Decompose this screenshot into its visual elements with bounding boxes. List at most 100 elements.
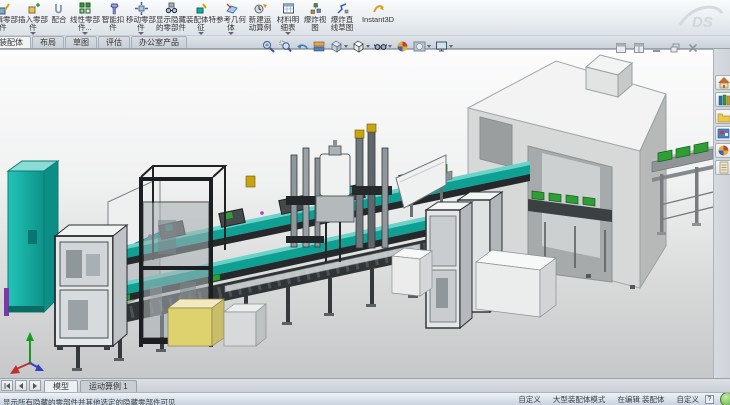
- dropdown-arrow-icon[interactable]: [198, 32, 204, 35]
- tab-layout[interactable]: 布局: [32, 36, 64, 48]
- close-icon[interactable]: [688, 40, 698, 58]
- dropdown-arrow-icon[interactable]: [366, 45, 370, 48]
- dassault-systemes-watermark: DS: [672, 1, 724, 38]
- zoom-to-area-icon: [279, 40, 292, 53]
- status-custom: 自定义: [518, 394, 541, 405]
- toolbar-button-label: 线性零部件...: [70, 16, 100, 31]
- edit-appearance-button[interactable]: [396, 40, 409, 53]
- view-settings-button[interactable]: [435, 40, 453, 53]
- solidworks-resources-button[interactable]: [715, 75, 730, 90]
- appearances-scenes-button[interactable]: [715, 143, 730, 158]
- status-indicator-icon: [720, 392, 730, 405]
- toolbar-insert-components-button[interactable]: 插入零部件: [18, 0, 48, 35]
- toolbar-button-label: 爆炸视图: [302, 16, 328, 32]
- exit-conveyor[interactable]: [652, 142, 713, 235]
- previous-view-icon: [296, 40, 309, 53]
- apply-scene-icon: [413, 40, 426, 53]
- toolbar-button-label: 装配体特征: [186, 16, 216, 31]
- new-motion-study-icon: [254, 1, 267, 16]
- toolbar-button-label: 插入零部件: [18, 16, 48, 31]
- toolbar-button-label: Instant3D: [362, 16, 394, 24]
- file-explorer-button[interactable]: [715, 109, 730, 124]
- display-style-button[interactable]: [352, 40, 370, 53]
- yellow-box[interactable]: [168, 299, 224, 346]
- home-icon: [717, 76, 730, 89]
- toolbar-new-motion-study-button[interactable]: 新建运动算例: [246, 0, 274, 35]
- previous-view-button[interactable]: [296, 40, 309, 53]
- restore-button[interactable]: [670, 40, 680, 58]
- toolbar-button-label: 移动零部件: [126, 16, 156, 31]
- dropdown-arrow-icon[interactable]: [285, 32, 291, 35]
- toolbar-explode-line-sketch-button[interactable]: 爆炸直线草图: [328, 0, 356, 35]
- tab-model[interactable]: 模型: [44, 380, 78, 392]
- view-palette-button[interactable]: [715, 126, 730, 141]
- toolbar-mate-button[interactable]: 配合: [48, 0, 70, 35]
- tab-sketch[interactable]: 草图: [65, 36, 97, 48]
- apply-scene-button[interactable]: [413, 40, 431, 53]
- view-settings-icon: [435, 40, 448, 53]
- toolbar-move-component-button[interactable]: 移动零部件: [126, 0, 156, 35]
- hide-show-items-button[interactable]: [374, 40, 392, 53]
- gray-box[interactable]: [224, 304, 266, 346]
- dropdown-arrow-icon[interactable]: [228, 32, 234, 35]
- view-orientation-button[interactable]: [330, 40, 348, 53]
- tab-evaluate[interactable]: 评估: [98, 36, 130, 48]
- tab-scroll-start-button[interactable]: [1, 380, 13, 391]
- tab-motion-study-1[interactable]: 运动算例 1: [80, 380, 137, 392]
- dropdown-arrow-icon[interactable]: [30, 32, 36, 35]
- model-motion-tab-bar: 模型 运动算例 1: [0, 378, 730, 392]
- viewport-split-2-button[interactable]: [634, 40, 644, 58]
- heads-up-view-toolbar: [262, 38, 453, 55]
- tab-scroll-left-button[interactable]: [15, 380, 27, 391]
- toolbar-instant3d-button[interactable]: Instant3D: [356, 0, 400, 35]
- toolbar-assembly-features-button[interactable]: 装配体特征: [186, 0, 216, 35]
- palette-icon: [717, 127, 730, 140]
- status-custom-config[interactable]: 自定义: [677, 394, 700, 405]
- solidworks-window: 编辑零部件 插入零部件 配合 线性零部件... 智能: [0, 0, 730, 405]
- custom-properties-button[interactable]: [715, 160, 730, 175]
- zoom-to-fit-button[interactable]: [262, 40, 275, 53]
- vertical-stations[interactable]: [246, 124, 392, 262]
- front-left-cabinet[interactable]: [55, 225, 127, 350]
- zoom-to-area-button[interactable]: [279, 40, 292, 53]
- viewport-split-button[interactable]: [616, 40, 626, 58]
- toolbar-linear-component-pattern-button[interactable]: 线性零部件...: [70, 0, 100, 35]
- show-hidden-components-icon: [165, 1, 178, 16]
- task-pane-strip: [713, 49, 730, 378]
- bill-of-materials-icon: [282, 1, 295, 16]
- edit-component-icon: [0, 1, 10, 16]
- toolbar-bill-of-materials-button[interactable]: 材料明细表: [274, 0, 302, 35]
- section-view-button[interactable]: [313, 40, 326, 53]
- design-library-button[interactable]: [715, 92, 730, 107]
- toolbar-edit-component-button[interactable]: 编辑零部件: [0, 0, 18, 35]
- dropdown-arrow-icon[interactable]: [344, 45, 348, 48]
- dropdown-arrow-icon[interactable]: [82, 32, 88, 35]
- toolbar-button-label: 新建运动算例: [246, 16, 274, 32]
- toolbar-exploded-view-button[interactable]: 爆炸视图: [302, 0, 328, 35]
- linear-component-pattern-icon: [79, 1, 92, 16]
- help-icon[interactable]: ?: [705, 395, 714, 404]
- dropdown-arrow-icon[interactable]: [388, 45, 392, 48]
- toolbar-smart-fasteners-button[interactable]: 智能扣件: [100, 0, 126, 35]
- dropdown-arrow-icon[interactable]: [138, 32, 144, 35]
- zoom-to-fit-icon: [262, 40, 275, 53]
- tab-scroll-right-button[interactable]: [29, 380, 41, 391]
- teal-cabinet[interactable]: [4, 161, 58, 316]
- toolbar-show-hidden-components-button[interactable]: 显示隐藏的零部件: [156, 0, 186, 35]
- status-large-assembly-mode: 大型装配体模式: [553, 394, 606, 405]
- dropdown-arrow-icon[interactable]: [427, 45, 431, 48]
- dropdown-arrow-icon[interactable]: [449, 45, 453, 48]
- tab-office-products[interactable]: 办公室产品: [131, 36, 187, 48]
- watermark-text: DS: [692, 14, 713, 31]
- exploded-view-icon: [309, 1, 322, 16]
- document-window-controls: [616, 40, 698, 58]
- status-bar: 显示所有隐藏的零部件并其他选定的隐藏零部件可见 自定义 大型装配体模式 在编辑 …: [0, 392, 730, 405]
- tab-assembly[interactable]: 装配体: [0, 36, 31, 48]
- toolbar-reference-geometry-button[interactable]: 参考几何体: [216, 0, 246, 35]
- insert-components-icon: [27, 1, 40, 16]
- graphics-area[interactable]: [0, 49, 713, 378]
- status-hint-text: 显示所有隐藏的零部件并其他选定的隐藏零部件可见: [3, 392, 512, 405]
- minimize-button[interactable]: [652, 40, 662, 58]
- explode-line-sketch-icon: [336, 1, 349, 16]
- toolbar-button-label: 爆炸直线草图: [328, 16, 356, 32]
